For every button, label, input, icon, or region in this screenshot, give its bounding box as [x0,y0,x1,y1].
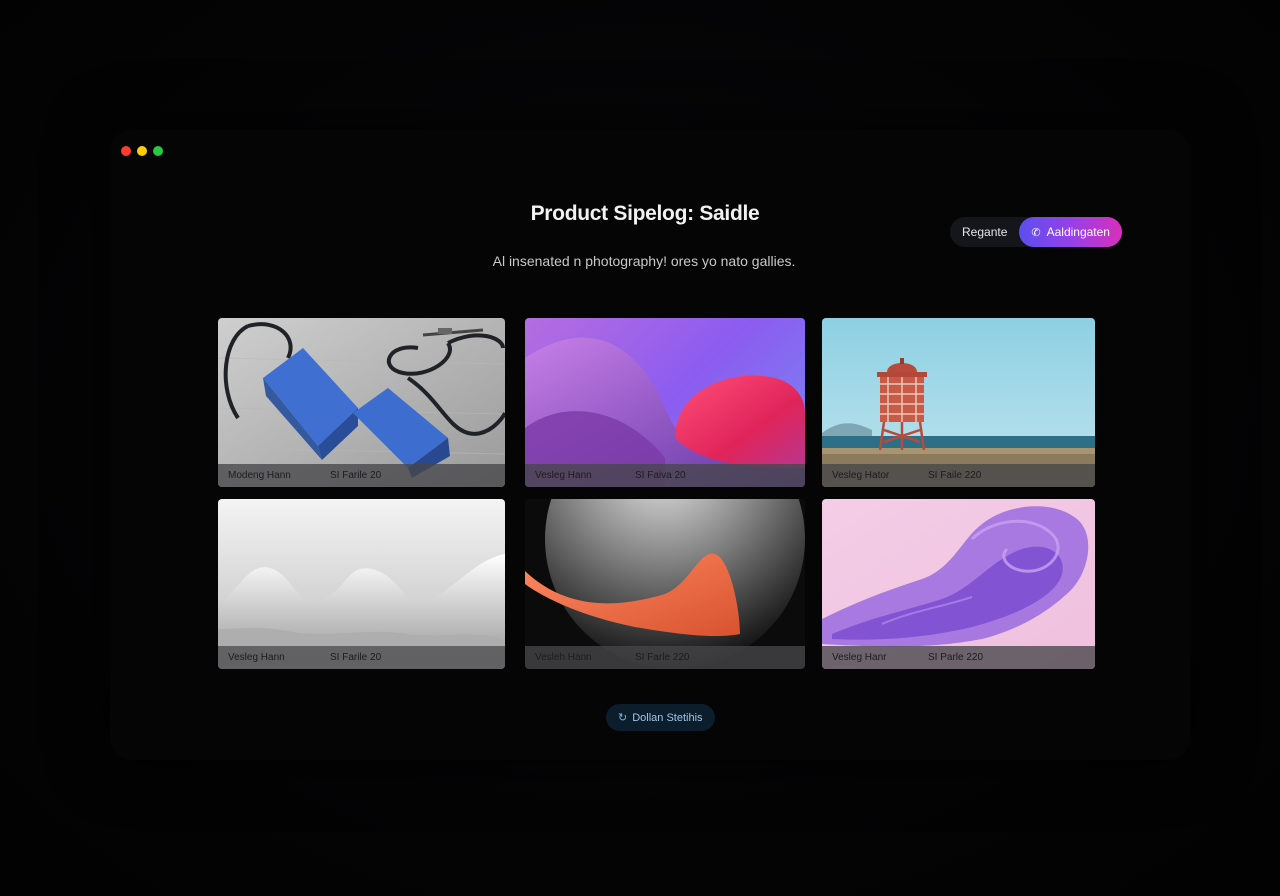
gallery-image [822,499,1095,669]
card-caption: Vesleg Hator SI Faile 220 [822,464,1095,487]
card-meta: SI Farile 20 [330,470,382,481]
footer-action-label: Dollan Stetihis [632,711,703,724]
minimize-window-button[interactable] [137,146,147,156]
card-title: Vesleg Hanr [832,652,887,663]
card-meta: SI Faile 220 [928,470,982,481]
card-title: Vesleh Hann [535,652,592,663]
screen: Product Sipelog: Saidle Al insenated n p… [0,0,1280,896]
gallery-card[interactable]: Modeng Hann SI Farile 20 [218,318,505,487]
card-caption: Modeng Hann SI Farile 20 [218,464,505,487]
gallery-card[interactable]: Vesleh Hann SI Farle 220 [525,499,805,669]
primary-action-label: Aaldingaten [1046,225,1110,239]
card-caption: Vesleg Hann SI Faiva 20 [525,464,805,487]
refresh-icon: ↻ [618,712,628,724]
card-meta: SI Farile 20 [330,652,382,663]
card-meta: SI Faiva 20 [635,470,686,481]
maximize-window-button[interactable] [153,146,163,156]
gallery-grid: Modeng Hann SI Farile 20 Vesleg Hann SI … [218,318,1098,670]
card-caption: Vesleh Hann SI Farle 220 [525,646,805,669]
footer-action-button[interactable]: ↻ Dollan Stetihis [606,704,715,731]
card-title: Vesleg Hator [832,470,890,481]
gallery-card[interactable]: Vesleg Hann SI Faiva 20 [525,318,805,487]
primary-action-button[interactable]: ✆ Aaldingaten [1019,217,1122,247]
app-window: Product Sipelog: Saidle Al insenated n p… [110,130,1190,760]
window-controls [121,146,163,156]
gallery-card[interactable]: Vesleg Hann SI Farile 20 [218,499,505,669]
gallery-image [218,499,505,669]
secondary-action-button[interactable]: Regante [950,217,1019,247]
gallery-image [218,318,505,487]
card-title: Modeng Hann [228,470,291,481]
card-title: Vesleg Hann [535,470,592,481]
close-window-button[interactable] [121,146,131,156]
card-caption: Vesleg Hann SI Farile 20 [218,646,505,669]
card-meta: SI Farle 220 [635,652,690,663]
gallery-image [525,499,805,669]
phone-icon: ✆ [1031,226,1041,239]
card-caption: Vesleg Hanr SI Parle 220 [822,646,1095,669]
gallery-image [822,318,1095,487]
card-title: Vesleg Hann [228,652,285,663]
gallery-card[interactable]: Vesleg Hanr SI Parle 220 [822,499,1095,669]
header-actions: Regante ✆ Aaldingaten [950,217,1122,247]
card-meta: SI Parle 220 [928,652,984,663]
page-subtitle: Al insenated n photography! ores yo nato… [492,253,796,269]
gallery-card[interactable]: Vesleg Hator SI Faile 220 [822,318,1095,487]
gallery-image [525,318,805,487]
